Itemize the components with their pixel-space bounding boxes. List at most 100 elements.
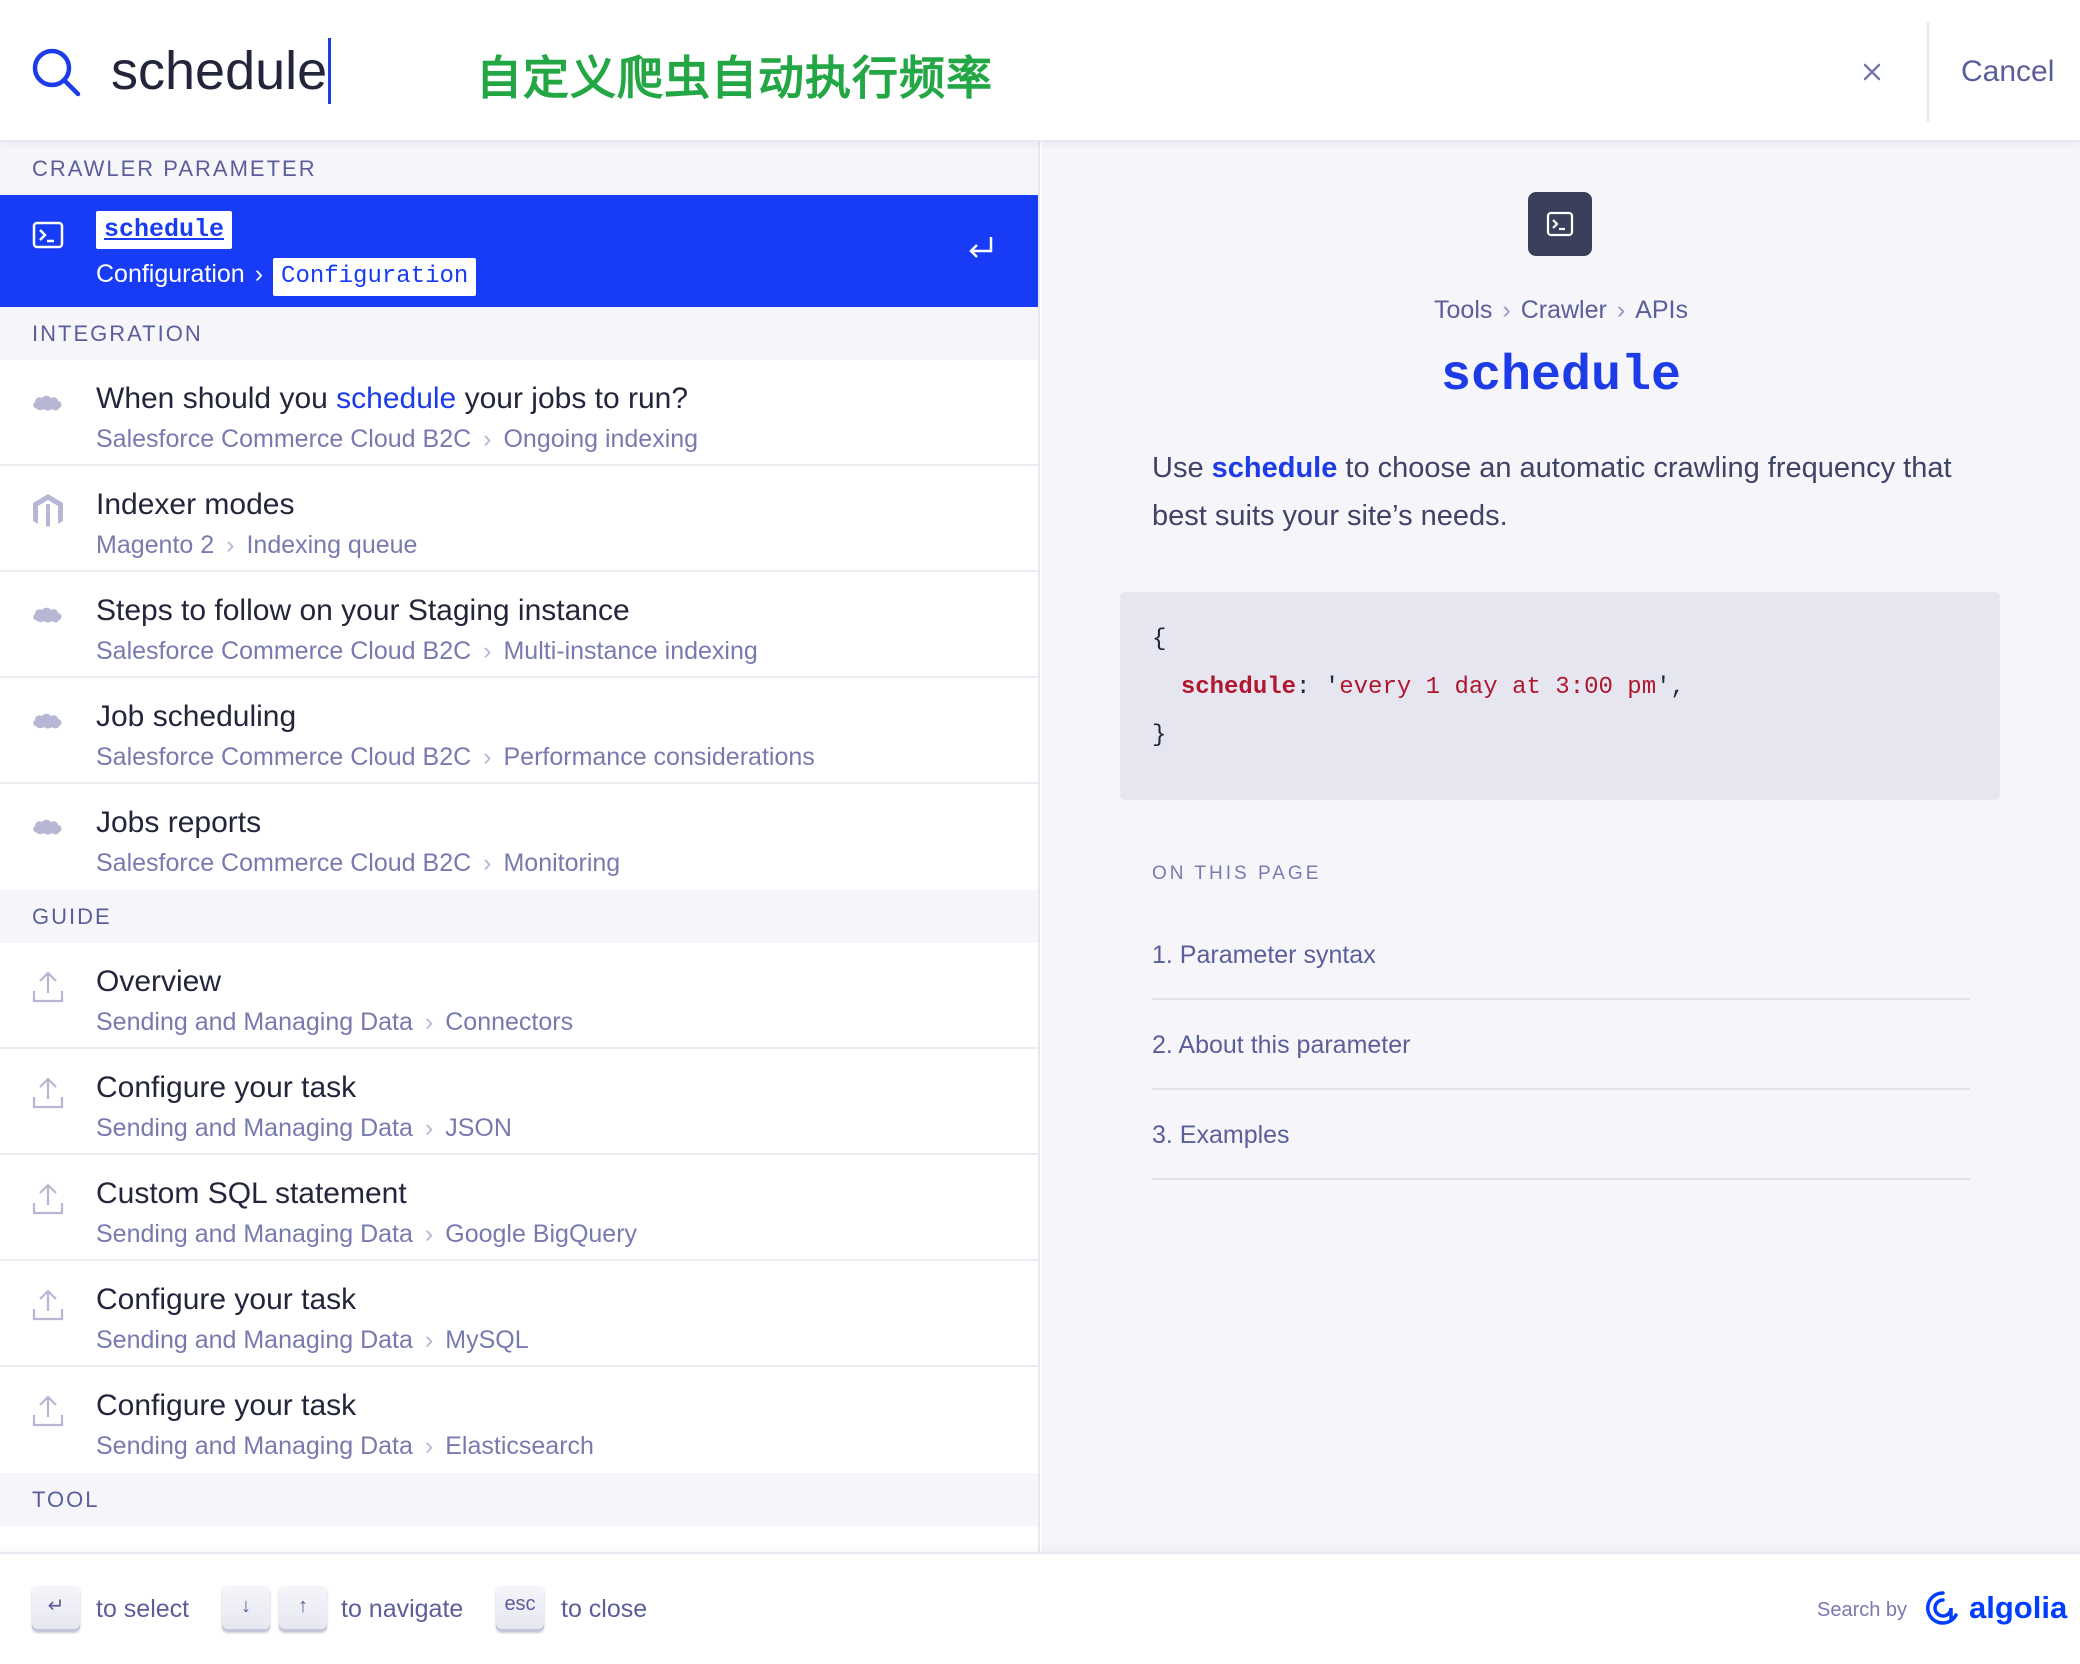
result-title: Configure your task xyxy=(96,1283,357,1316)
result-title: Configure your task xyxy=(96,1389,357,1422)
upload-icon xyxy=(32,1077,64,1109)
algolia-icon xyxy=(1926,1591,1958,1625)
footer: ↵ to select ↓ ↑ to navigate esc to close… xyxy=(0,1552,2080,1664)
enter-icon xyxy=(969,237,993,258)
preview-breadcrumb: Tools › Crawler › APIs xyxy=(1042,292,2080,328)
result-item[interactable]: Jobs reports Salesforce Commerce Cloud B… xyxy=(0,784,1038,890)
magento-icon xyxy=(33,494,63,527)
close-hint: to close xyxy=(561,1595,648,1623)
header-divider xyxy=(1927,22,1929,122)
result-title: Indexer modes xyxy=(96,488,295,521)
toc-item[interactable]: 1. Parameter syntax xyxy=(1152,910,1970,1000)
result-path: Salesforce Commerce Cloud B2C › Monitoring xyxy=(96,846,620,880)
result-item-selected[interactable]: schedule Configuration › Configuration xyxy=(0,195,1038,307)
enter-key: ↵ xyxy=(32,1586,80,1632)
chevron-right-icon: › xyxy=(1616,296,1626,324)
chevron-right-icon: › xyxy=(424,1220,434,1248)
search-by-label: Search by xyxy=(1817,1599,1908,1621)
result-title: Configure your task xyxy=(96,1071,357,1104)
chevron-right-icon: › xyxy=(483,849,492,877)
arrow-up-key: ↑ xyxy=(279,1586,327,1632)
result-item[interactable]: Custom SQL statement Sending and Managin… xyxy=(0,1155,1038,1261)
upload-icon xyxy=(32,1183,64,1215)
preview-panel: Tools › Crawler › APIs schedule Use schedule… xyxy=(1042,142,2080,1552)
result-path: Salesforce Commerce Cloud B2C › Ongoing in… xyxy=(96,422,698,456)
search-icon xyxy=(32,48,81,97)
match-highlight: schedule xyxy=(1211,452,1338,484)
terminal-icon xyxy=(32,221,64,249)
chevron-right-icon: › xyxy=(483,743,492,771)
result-path: Sending and Managing Data › Connectors xyxy=(96,1005,573,1039)
results-panel: CRAWLER PARAMETER schedule Configuration… xyxy=(0,142,1040,1552)
result-path: Sending and Managing Data › MySQL xyxy=(96,1323,529,1357)
cancel-button[interactable]: Cancel xyxy=(1961,50,2054,94)
result-item[interactable]: Steps to follow on your Staging instance… xyxy=(0,572,1038,678)
toc-title: ON THIS PAGE xyxy=(1152,863,1322,884)
chevron-right-icon: › xyxy=(254,260,264,288)
toc-item[interactable]: 3. Examples xyxy=(1152,1090,1970,1180)
result-path: Sending and Managing Data › Elasticsearch xyxy=(96,1429,594,1463)
text-caret xyxy=(328,38,332,104)
chevron-right-icon: › xyxy=(1502,296,1511,324)
section-title-crawler-parameter: CRAWLER PARAMETER xyxy=(0,142,1038,195)
chevron-right-icon: › xyxy=(424,1114,434,1142)
code-example: { schedule: 'every 1 day at 3:00 pm', } xyxy=(1120,592,2000,800)
upload-icon xyxy=(32,971,64,1003)
result-item[interactable]: Configure your task Sending and Managing… xyxy=(0,1049,1038,1155)
code-key: schedule xyxy=(1180,674,1297,701)
select-hint: to select xyxy=(96,1595,190,1623)
navigate-hint: to navigate xyxy=(341,1595,464,1623)
chevron-right-icon: › xyxy=(483,425,492,453)
result-path-part: Configuration xyxy=(96,260,245,288)
chevron-right-icon: › xyxy=(424,1432,434,1460)
result-title: Steps to follow on your Staging instance xyxy=(96,594,630,627)
result-item[interactable]: Indexer modes Magento 2 › Indexing queue xyxy=(0,466,1038,572)
breadcrumb-item[interactable]: Tools xyxy=(1434,296,1492,324)
result-path: Magento 2 › Indexing queue xyxy=(96,528,417,562)
match-highlight: schedule xyxy=(336,382,457,415)
result-path: Sending and Managing Data › JSON xyxy=(96,1111,512,1145)
result-item[interactable]: Configure your task Sending and Managing… xyxy=(0,1261,1038,1367)
result-path: Salesforce Commerce Cloud B2C › Performanc… xyxy=(96,740,815,774)
result-path: Configuration › Configuration xyxy=(96,255,477,296)
salesforce-icon xyxy=(33,819,62,835)
preview-badge xyxy=(1528,192,1592,256)
code-value: every 1 day at 3:00 pm xyxy=(1339,674,1657,701)
result-title: Job scheduling xyxy=(96,700,297,733)
salesforce-icon xyxy=(33,607,62,623)
result-path: Salesforce Commerce Cloud B2C › Multi-inst… xyxy=(96,634,758,668)
clear-search-icon[interactable] xyxy=(1850,50,1894,94)
section-title-guide: GUIDE xyxy=(0,890,1038,943)
breadcrumb-item[interactable]: Crawler xyxy=(1521,296,1607,324)
search-query-text: schedule xyxy=(111,41,328,101)
chevron-right-icon: › xyxy=(424,1326,434,1354)
chevron-right-icon: › xyxy=(424,1008,434,1036)
result-title: schedule xyxy=(96,211,233,249)
search-header: schedule 自定义爬虫自动执行频率 Cancel xyxy=(0,0,2080,142)
annotation-label: 自定义爬虫自动执行频率 xyxy=(476,52,993,104)
upload-icon xyxy=(32,1289,64,1321)
result-item[interactable]: Job scheduling Salesforce Commerce Cloud… xyxy=(0,678,1038,784)
toc-item[interactable]: 2. About this parameter xyxy=(1152,1000,1970,1090)
breadcrumb-item[interactable]: APIs xyxy=(1635,296,1688,324)
upload-icon xyxy=(32,1395,64,1427)
arrow-down-key: ↓ xyxy=(222,1586,270,1632)
result-title: Custom SQL statement xyxy=(96,1177,407,1210)
preview-description: Use schedule to choose an automatic craw… xyxy=(1152,452,1952,532)
section-title-tool: TOOL xyxy=(0,1473,1038,1526)
result-path: Sending and Managing Data › Google BigQuer… xyxy=(96,1217,637,1251)
preview-title: schedule xyxy=(1440,348,1682,405)
chevron-right-icon: › xyxy=(483,637,492,665)
salesforce-icon xyxy=(33,395,62,411)
toc-list: 1. Parameter syntax 2. About this parame… xyxy=(1152,910,1970,1180)
result-title: When should you schedule your jobs to ru… xyxy=(96,382,689,415)
search-input[interactable]: schedule xyxy=(111,38,332,104)
result-item[interactable]: Overview Sending and Managing Data › Conne… xyxy=(0,943,1038,1049)
result-title: Jobs reports xyxy=(96,806,262,839)
esc-key: esc xyxy=(496,1586,544,1632)
terminal-icon xyxy=(1546,211,1574,237)
chevron-right-icon: › xyxy=(226,531,235,559)
result-item[interactable]: Configure your task Sending and Managing… xyxy=(0,1367,1038,1473)
result-title: Overview xyxy=(96,965,222,998)
result-item[interactable]: When should you schedule your jobs to ru… xyxy=(0,360,1038,466)
